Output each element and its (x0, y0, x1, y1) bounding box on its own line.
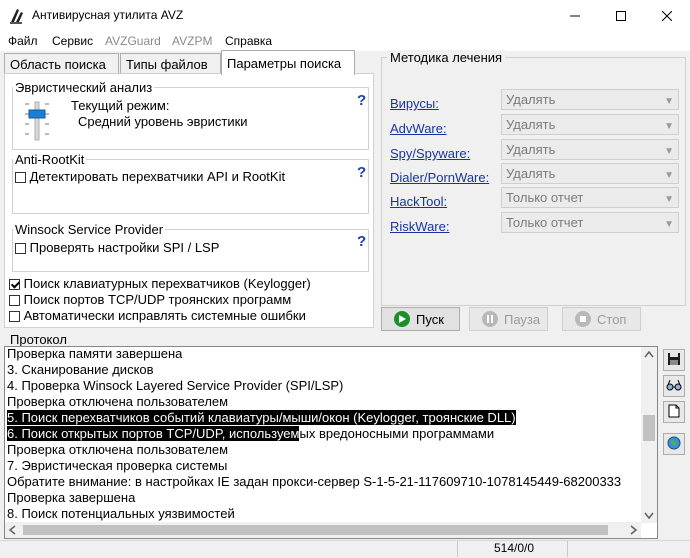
log-line: 4. Проверка Winsock Layered Service Prov… (7, 378, 344, 393)
log-line-selected-text: 5. Поиск перехватчиков событий клавиатур… (7, 410, 516, 425)
globe-icon (666, 435, 682, 454)
tab-file-types[interactable]: Типы файлов (120, 53, 221, 74)
log-line: 7. Эвристичеcкая проверка системы (7, 458, 228, 473)
log-line-selected: 5. Поиск перехватчиков событий клавиатур… (7, 410, 516, 425)
antirootkit-help-icon[interactable]: ? (357, 164, 366, 181)
treatment-label-hacktool[interactable]: HackTool: (390, 194, 447, 209)
menu-avzpm[interactable]: AVZPM (172, 34, 212, 48)
treatment-select-spyware[interactable]: Удалять ▼ (501, 139, 679, 160)
stop-icon (575, 311, 591, 327)
glasses-icon (666, 378, 682, 395)
treatment-select-hacktool[interactable]: Только отчет ▼ (501, 187, 679, 208)
option-autofix-row[interactable]: Автоматически исправлять системные ошибк… (9, 308, 306, 323)
tab-search-area[interactable]: Область поиска (4, 53, 119, 74)
start-button-label: Пуск (416, 311, 444, 327)
winsock-help-icon[interactable]: ? (357, 233, 366, 250)
winsock-checkbox[interactable] (15, 243, 26, 255)
heuristic-help-icon[interactable]: ? (357, 92, 366, 109)
chevron-down-icon: ▼ (664, 96, 674, 107)
protocol-vertical-scrollbar[interactable] (641, 347, 657, 523)
log-line: Проверка отключена пользователем (7, 394, 229, 409)
menu-bar (0, 31, 690, 51)
option-autofix-label: Автоматически исправлять системные ошибк… (23, 308, 306, 323)
antirootkit-title: Anti-RootKit (15, 152, 85, 167)
log-line-rest: ых вредоносными программами (299, 426, 495, 441)
menu-file[interactable]: Файл (8, 34, 38, 48)
heuristic-level-slider[interactable] (23, 100, 51, 142)
log-line: Проверка памяти завершена (7, 346, 183, 361)
option-keylogger-row[interactable]: Поиск клавиатурных перехватчиков (Keylog… (9, 276, 311, 291)
status-divider (457, 541, 458, 557)
heuristic-title: Эвристический анализ (15, 80, 153, 95)
log-line-selected-text: 6. Поиск открытых портов TCP/UDP, исполь… (7, 426, 300, 441)
chevron-down-icon: ▼ (664, 170, 674, 181)
view-log-button[interactable] (663, 375, 685, 397)
chevron-down-icon: ▼ (664, 194, 674, 205)
log-line: Проверка отключена пользователем (7, 442, 229, 457)
log-line: Проверка завершена (7, 490, 136, 505)
pause-button[interactable]: Пауза (469, 307, 548, 331)
treatment-select-dialer[interactable]: Удалять ▼ (501, 163, 679, 184)
chevron-down-icon: ▼ (664, 146, 674, 157)
window-title: Антивирусная утилита AVZ (32, 8, 184, 22)
close-icon[interactable] (644, 0, 690, 31)
treatment-label-adware[interactable]: AdvWare: (390, 121, 447, 136)
protocol-log[interactable]: Проверка памяти завершена 3. Сканировани… (4, 346, 658, 539)
treatment-select-riskware[interactable]: Только отчет ▼ (501, 212, 679, 233)
clear-log-button[interactable] (663, 401, 685, 423)
stop-button-label: Стоп (597, 311, 627, 327)
winsock-checkbox-row[interactable]: Проверять настройки SPI / LSP (15, 240, 219, 255)
treatment-label-riskware[interactable]: RiskWare: (390, 219, 449, 234)
stop-button[interactable]: Стоп (562, 307, 641, 331)
minimize-icon[interactable] (552, 0, 598, 31)
option-ports-row[interactable]: Поиск портов TCP/UDP троянских программ (9, 292, 291, 307)
chevron-down-icon: ▼ (664, 121, 674, 132)
tab-search-params[interactable]: Параметры поиска (221, 50, 355, 75)
option-keylogger-label: Поиск клавиатурных перехватчиков (Keylog… (23, 276, 311, 291)
chevron-down-icon: ▼ (664, 219, 674, 230)
avz-logo-icon (8, 7, 26, 25)
menu-help[interactable]: Справка (225, 34, 272, 48)
treatment-label-viruses[interactable]: Вирусы: (390, 96, 439, 111)
log-line-partial-selected: 6. Поиск открытых портов TCP/UDP, исполь… (7, 426, 494, 441)
winsock-checkbox-label: Проверять настройки SPI / LSP (29, 240, 220, 255)
web-lookup-button[interactable] (663, 433, 685, 455)
tab-panel-search-params: Эвристический анализ Текущий режим: Сред… (4, 73, 374, 328)
log-line: 3. Сканирование дисков (7, 362, 154, 377)
treatment-select-viruses[interactable]: Удалять ▼ (501, 89, 679, 110)
document-icon (668, 404, 680, 421)
save-icon (667, 352, 681, 369)
antirootkit-checkbox[interactable] (15, 172, 26, 184)
save-log-button[interactable] (663, 349, 685, 371)
option-keylogger-checkbox[interactable] (9, 279, 20, 291)
heuristic-mode-value: Средний уровень эвристики (78, 114, 248, 129)
antirootkit-checkbox-row[interactable]: Детектировать перехватчики API и RootKit (15, 169, 285, 184)
log-line: Обратите внимание: в настройках IE задан… (7, 474, 622, 489)
status-bar (0, 540, 690, 558)
treatment-select-adware[interactable]: Удалять ▼ (501, 114, 679, 135)
heuristic-mode-label: Текущий режим: (71, 98, 170, 113)
start-button[interactable]: Пуск (381, 307, 460, 331)
treatment-title: Методика лечения (387, 50, 506, 65)
maximize-icon[interactable] (598, 0, 644, 31)
winsock-title: Winsock Service Provider (15, 222, 164, 237)
play-icon (394, 311, 410, 327)
treatment-label-dialer[interactable]: Dialer/PornWare: (390, 170, 489, 185)
pause-button-label: Пауза (504, 311, 541, 327)
option-autofix-checkbox[interactable] (9, 311, 20, 323)
protocol-horizontal-scrollbar[interactable] (5, 522, 641, 538)
treatment-label-spyware[interactable]: Spy/Spyware: (390, 146, 470, 161)
menu-avzguard[interactable]: AVZGuard (105, 34, 161, 48)
pause-icon (482, 311, 498, 327)
menu-service[interactable]: Сервис (52, 34, 93, 48)
option-ports-label: Поиск портов TCP/UDP троянских программ (23, 292, 292, 307)
log-line: 8. Поиск потенциальных уязвимостей (7, 506, 235, 521)
option-ports-checkbox[interactable] (9, 295, 20, 307)
status-divider (567, 541, 568, 557)
antirootkit-checkbox-label: Детектировать перехватчики API и RootKit (29, 169, 286, 184)
status-counter: 514/0/0 (494, 541, 535, 555)
protocol-title: Протокол (10, 332, 67, 347)
